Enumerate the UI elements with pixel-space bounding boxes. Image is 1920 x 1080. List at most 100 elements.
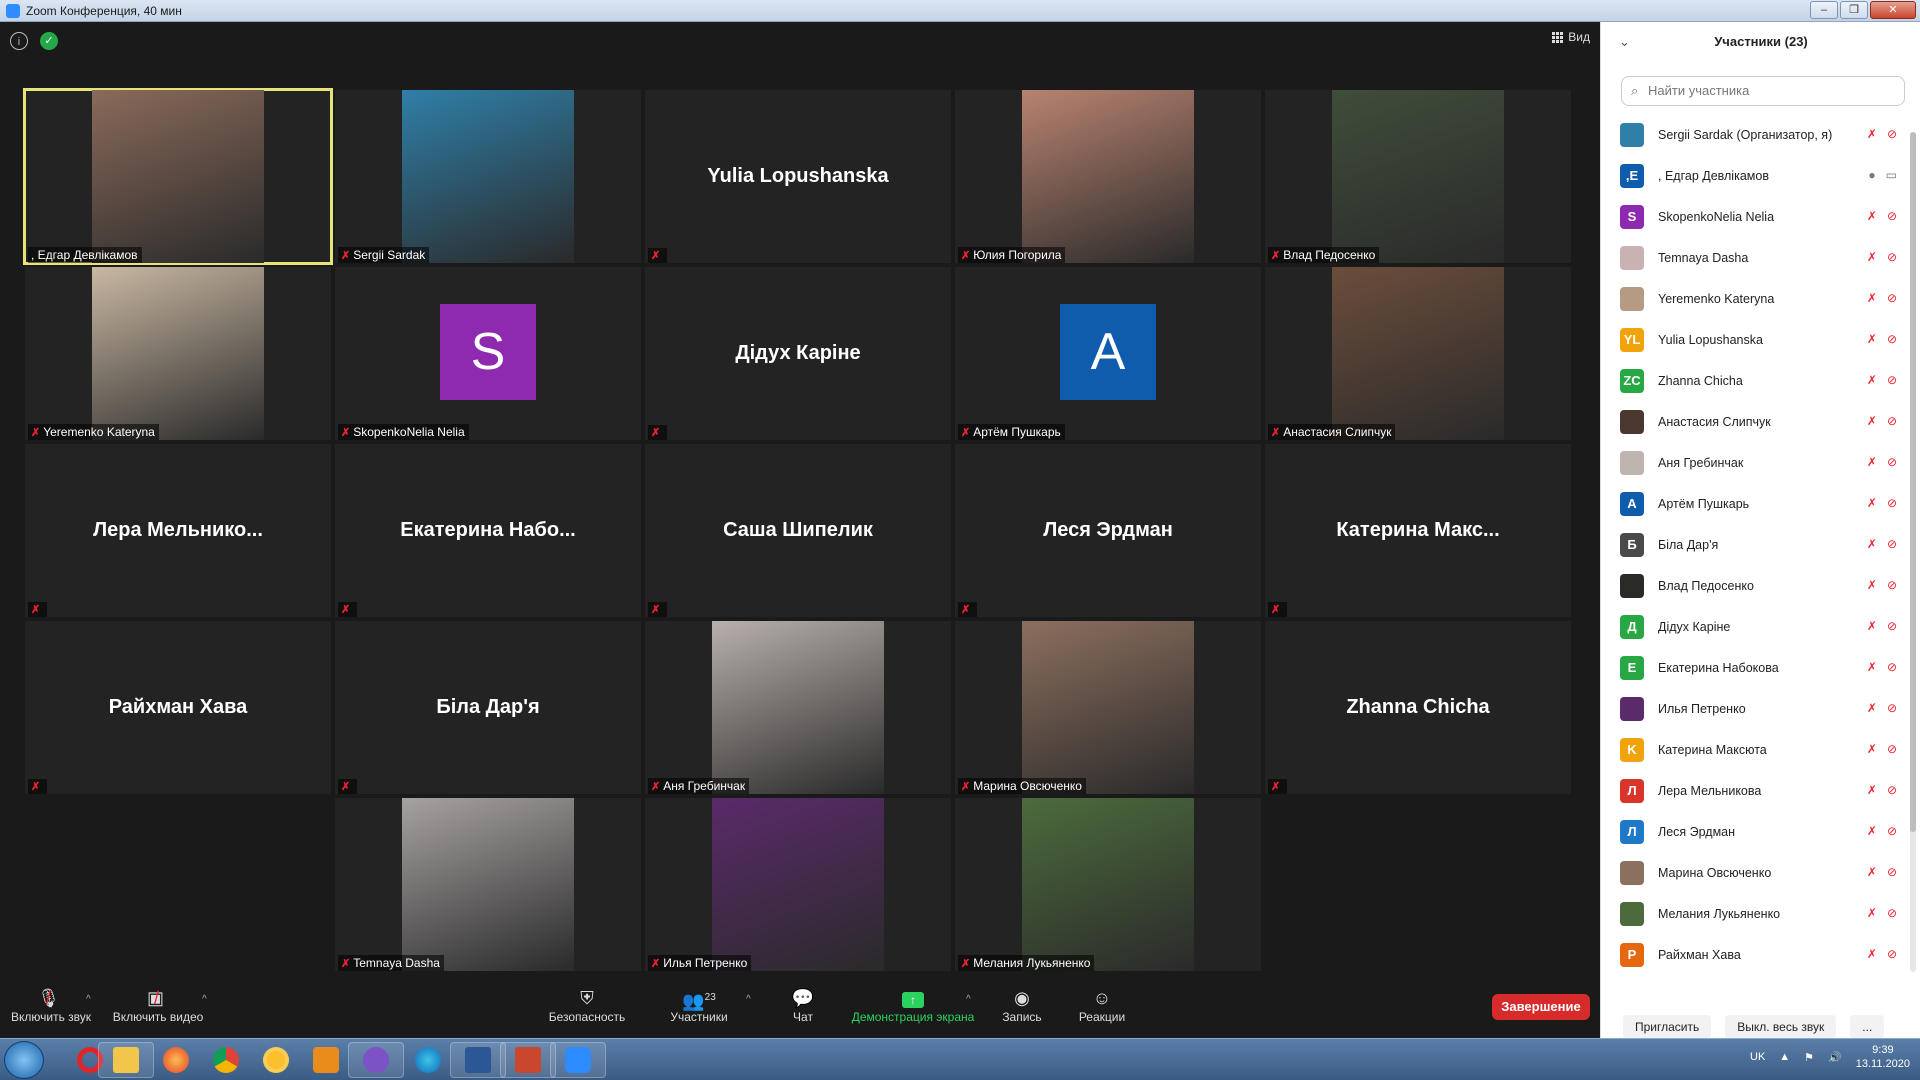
start-video-button[interactable]: ▣/Включить видео — [112, 986, 204, 1024]
muted-mic-icon[interactable]: ✗ — [1867, 783, 1877, 797]
video-off-icon[interactable]: ⊘ — [1887, 332, 1897, 346]
video-off-icon[interactable]: ⊘ — [1887, 496, 1897, 510]
video-tile[interactable]: Лера Мельнико... ✗ — [25, 444, 331, 617]
close-button[interactable]: ✕ — [1870, 1, 1916, 19]
participant-row[interactable]: ,E , Едгар Девлікамов ● ▭ — [1601, 155, 1907, 196]
video-off-icon[interactable]: ⊘ — [1887, 783, 1897, 797]
video-tile[interactable]: Саша Шипелик ✗ — [645, 444, 951, 617]
video-tile[interactable]: ✗ Марина Овсюченко — [955, 621, 1261, 794]
viber-icon[interactable] — [348, 1042, 404, 1078]
video-off-icon[interactable]: ⊘ — [1887, 250, 1897, 264]
video-off-icon[interactable]: ⊘ — [1887, 742, 1897, 756]
video-tile[interactable]: Yulia Lopushanska ✗ — [645, 90, 951, 263]
video-tile[interactable]: , Едгар Девлікамов — [23, 88, 333, 265]
participants-chevron-icon[interactable]: ^ — [746, 994, 751, 1005]
participant-row[interactable]: Yeremenko Kateryna ✗ ⊘ — [1601, 278, 1907, 319]
participant-search-input[interactable]: ⌕ Найти участника — [1621, 76, 1905, 106]
video-off-icon[interactable]: ⊘ — [1887, 906, 1897, 920]
muted-mic-icon[interactable]: ✗ — [1867, 209, 1877, 223]
muted-mic-icon[interactable]: ✗ — [1867, 578, 1877, 592]
participant-row[interactable]: K Катерина Максюта ✗ ⊘ — [1601, 729, 1907, 770]
participant-row[interactable]: Мелания Лукьяненко ✗ ⊘ — [1601, 893, 1907, 934]
share-options-chevron-icon[interactable]: ^ — [966, 994, 971, 1005]
unmute-button[interactable]: 🎙/Включить звук — [10, 986, 92, 1024]
share-screen-button[interactable]: ↑ Демонстрация экрана — [850, 986, 976, 1024]
participant-row[interactable]: Анастасия Слипчук ✗ ⊘ — [1601, 401, 1907, 442]
info-icon[interactable]: i — [10, 32, 28, 50]
muted-mic-icon[interactable]: ✗ — [1867, 947, 1877, 961]
muted-mic-icon[interactable]: ✗ — [1867, 906, 1877, 920]
muted-mic-icon[interactable]: ✗ — [1867, 496, 1877, 510]
muted-mic-icon[interactable]: ✗ — [1867, 865, 1877, 879]
view-button[interactable]: Вид — [1552, 30, 1590, 44]
muted-mic-icon[interactable]: ✗ — [1867, 701, 1877, 715]
muted-mic-icon[interactable]: ✗ — [1867, 414, 1877, 428]
video-off-icon[interactable]: ⊘ — [1887, 619, 1897, 633]
video-tile[interactable]: ✗ Мелания Лукьяненко — [955, 798, 1261, 971]
encryption-shield-icon[interactable]: ✓ — [40, 32, 58, 50]
mute-all-button[interactable]: Выкл. весь звук — [1725, 1015, 1837, 1039]
maximize-button[interactable]: ❐ — [1840, 1, 1868, 19]
participant-list-scrollbar[interactable] — [1910, 132, 1916, 972]
video-off-icon[interactable]: ⊘ — [1887, 947, 1897, 961]
participant-row[interactable]: Илья Петренко ✗ ⊘ — [1601, 688, 1907, 729]
muted-mic-icon[interactable]: ✗ — [1867, 373, 1877, 387]
video-tile[interactable]: ✗ Влад Педосенко — [1265, 90, 1571, 263]
explorer-icon[interactable] — [98, 1042, 154, 1078]
muted-mic-icon[interactable]: ✗ — [1867, 250, 1877, 264]
video-off-icon[interactable]: ⊘ — [1887, 291, 1897, 305]
participant-row[interactable]: Марина Овсюченко ✗ ⊘ — [1601, 852, 1907, 893]
video-off-icon[interactable]: ⊘ — [1887, 414, 1897, 428]
audio-options-chevron-icon[interactable]: ^ — [86, 994, 91, 1005]
video-off-icon[interactable]: ⊘ — [1887, 824, 1897, 838]
participant-row[interactable]: Аня Гребинчак ✗ ⊘ — [1601, 442, 1907, 483]
video-tile[interactable]: ✗ Аня Гребинчак — [645, 621, 951, 794]
video-off-icon[interactable]: ⊘ — [1887, 660, 1897, 674]
muted-mic-icon[interactable]: ✗ — [1867, 537, 1877, 551]
language-indicator[interactable]: UK — [1750, 1051, 1765, 1063]
edge-icon[interactable] — [400, 1042, 456, 1078]
volume-icon[interactable]: 🔊 — [1828, 1051, 1842, 1064]
video-tile[interactable]: S ✗ SkopenkoNelia Nelia — [335, 267, 641, 440]
video-tile[interactable]: Катерина Макс... ✗ — [1265, 444, 1571, 617]
video-tile[interactable]: Біла Дар'я ✗ — [335, 621, 641, 794]
minimize-button[interactable]: – — [1810, 1, 1838, 19]
chrome-icon[interactable] — [198, 1042, 254, 1078]
firefox-icon[interactable] — [148, 1042, 204, 1078]
participant-row[interactable]: Д Дідух Каріне ✗ ⊘ — [1601, 606, 1907, 647]
participant-row[interactable]: S SkopenkoNelia Nelia ✗ ⊘ — [1601, 196, 1907, 237]
video-off-icon[interactable]: ⊘ — [1887, 537, 1897, 551]
clock[interactable]: 9:39 13.11.2020 — [1856, 1043, 1910, 1071]
participant-row[interactable]: ZC Zhanna Chicha ✗ ⊘ — [1601, 360, 1907, 401]
participant-row[interactable]: P Райхман Хава ✗ ⊘ — [1601, 934, 1907, 975]
video-tile[interactable]: Леся Эрдман ✗ — [955, 444, 1261, 617]
participant-row[interactable]: A Артём Пушкарь ✗ ⊘ — [1601, 483, 1907, 524]
media-player-icon[interactable] — [298, 1042, 354, 1078]
zoom-taskbar-icon[interactable] — [550, 1042, 606, 1078]
muted-mic-icon[interactable]: ✗ — [1867, 619, 1877, 633]
video-tile[interactable]: Zhanna Chicha ✗ — [1265, 621, 1571, 794]
video-tile[interactable]: ✗ Yeremenko Kateryna — [25, 267, 331, 440]
security-button[interactable]: ⛨ Безопасность — [546, 986, 628, 1024]
reactions-button[interactable]: ☺ Реакции — [1078, 986, 1126, 1024]
participant-row[interactable]: Л Лера Мельникова ✗ ⊘ — [1601, 770, 1907, 811]
muted-mic-icon[interactable]: ✗ — [1867, 291, 1877, 305]
video-options-chevron-icon[interactable]: ^ — [202, 994, 207, 1005]
muted-mic-icon[interactable]: ✗ — [1867, 332, 1877, 346]
video-tile[interactable]: ✗ Temnaya Dasha — [335, 798, 641, 971]
video-icon[interactable]: ▭ — [1886, 168, 1897, 182]
word-icon[interactable] — [450, 1042, 506, 1078]
video-tile[interactable]: ✗ Юлия Погорила — [955, 90, 1261, 263]
video-tile[interactable]: Дідух Каріне ✗ — [645, 267, 951, 440]
participant-row[interactable]: E Екатерина Набокова ✗ ⊘ — [1601, 647, 1907, 688]
participant-row[interactable]: Влад Педосенко ✗ ⊘ — [1601, 565, 1907, 606]
end-meeting-button[interactable]: Завершение — [1492, 994, 1590, 1020]
video-off-icon[interactable]: ⊘ — [1887, 209, 1897, 223]
record-button[interactable]: ◉ Запись — [1000, 986, 1044, 1024]
muted-mic-icon[interactable]: ✗ — [1867, 742, 1877, 756]
chat-button[interactable]: 💬 Чат — [788, 986, 818, 1024]
video-tile[interactable]: ✗ Илья Петренко — [645, 798, 951, 971]
video-off-icon[interactable]: ⊘ — [1887, 578, 1897, 592]
video-tile[interactable]: Екатерина Набо... ✗ — [335, 444, 641, 617]
powerpoint-icon[interactable] — [500, 1042, 556, 1078]
